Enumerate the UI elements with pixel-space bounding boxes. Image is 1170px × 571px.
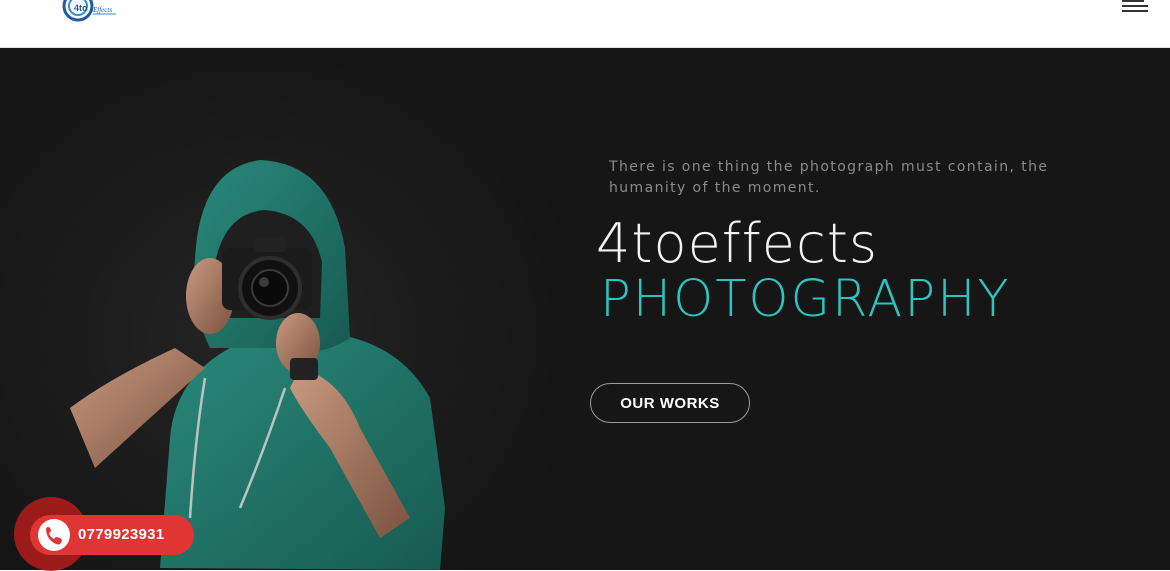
logo-tagline: Effects (92, 6, 112, 14)
camera-lens-logo-icon: 4to Effects (62, 0, 116, 22)
photographer-image (0, 48, 560, 570)
logo-text: 4to (74, 3, 88, 13)
phone-icon[interactable] (38, 519, 70, 551)
site-header: 4to Effects (0, 0, 1170, 48)
site-logo[interactable]: 4to Effects (62, 0, 118, 22)
hero-brand-title: 4toeffects (596, 212, 879, 275)
phone-number[interactable]: 0779923931 (78, 515, 164, 555)
our-works-button[interactable]: OUR WORKS (590, 383, 750, 423)
hero-quote: There is one thing the photograph must c… (609, 159, 1049, 196)
hero-section: There is one thing the photograph must c… (0, 48, 1170, 570)
hero-subtitle: PHOTOGRAPHY (600, 270, 1011, 329)
hamburger-menu-icon[interactable] (1122, 0, 1148, 14)
